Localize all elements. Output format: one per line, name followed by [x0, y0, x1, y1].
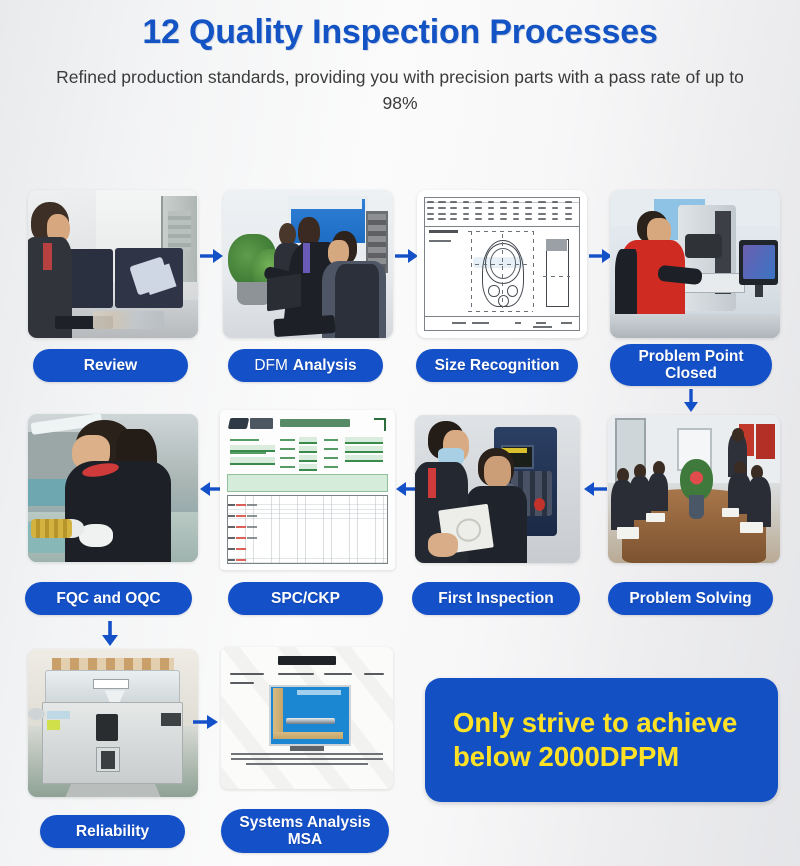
photo-review [28, 190, 198, 338]
cta-line1: Only strive to achieve [453, 707, 738, 739]
cta-text: Only strive to achieve below 2000DPPM [425, 706, 753, 773]
pill-dfm-analysis[interactable]: DFM Analysis [228, 349, 383, 382]
pill-dfm-label-part2: Analysis [292, 356, 357, 374]
photo-problem-point-closed [610, 190, 780, 338]
arrow-fqc-down [100, 620, 120, 648]
pill-problem-solving[interactable]: Problem Solving [608, 582, 773, 615]
salt-spray-chamber-illustration [28, 649, 198, 797]
photo-fqc-and-oqc [28, 414, 198, 562]
photo-reliability [28, 649, 198, 797]
pill-msa-line2: MSA [287, 831, 323, 848]
pill-problem-point-line2: Closed [665, 365, 717, 382]
measuring-machine-illustration [610, 190, 780, 338]
photo-systems-analysis-msa [221, 647, 393, 789]
arrow-problem-point-down [681, 388, 701, 414]
pill-spc-ckp-label: SPC/CKP [271, 589, 340, 607]
pill-problem-solving-label: Problem Solving [629, 589, 752, 607]
pill-fqc-and-oqc[interactable]: FQC and OQC [25, 582, 192, 615]
photo-problem-solving [608, 415, 780, 563]
pill-first-inspection[interactable]: First Inspection [412, 582, 580, 615]
pill-msa-line1: Systems Analysis [239, 813, 371, 831]
test-report-illustration [221, 647, 393, 789]
pill-first-inspection-label: First Inspection [438, 589, 554, 607]
cta-banner[interactable]: Only strive to achieve below 2000DPPM [425, 678, 778, 802]
first-inspection-illustration [415, 415, 580, 563]
pill-dfm-label-part1: DFM [254, 356, 288, 374]
pill-review[interactable]: Review [33, 349, 188, 382]
pill-reliability-label: Reliability [75, 822, 150, 840]
photo-dfm-analysis [223, 190, 393, 338]
arrow-reliability-to-msa [192, 712, 220, 732]
arrow-review-to-dfm [199, 246, 225, 266]
fqc-illustration [28, 414, 198, 562]
pill-systems-analysis-msa[interactable]: Systems Analysis MSA [221, 809, 389, 853]
photo-spc-ckp [220, 410, 395, 570]
pill-review-label: Review [83, 356, 138, 374]
technical-drawing-illustration [417, 190, 587, 338]
pill-fqc-and-oqc-label: FQC and OQC [56, 589, 161, 607]
pill-problem-point-line1: Problem Point [638, 347, 744, 365]
pill-spc-ckp[interactable]: SPC/CKP [228, 582, 383, 615]
photo-first-inspection [415, 415, 580, 563]
dfm-illustration [223, 190, 393, 338]
meeting-illustration [608, 415, 780, 563]
pill-size-recognition-label: Size Recognition [434, 356, 560, 374]
photo-size-recognition [417, 190, 587, 338]
spc-sheet-illustration [220, 410, 395, 570]
pill-reliability[interactable]: Reliability [40, 815, 185, 848]
arrow-problem-solving-to-first [582, 479, 608, 499]
pill-problem-point-closed[interactable]: Problem Point Closed [610, 344, 772, 386]
pill-size-recognition[interactable]: Size Recognition [416, 349, 578, 382]
process-flow-grid: Review DFM Analysis Size Recognition Pro… [0, 0, 800, 866]
review-illustration [28, 190, 198, 338]
cta-line2: below 2000DPPM [453, 741, 680, 772]
